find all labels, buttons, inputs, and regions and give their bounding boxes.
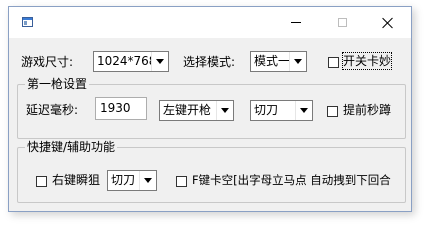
minimize-button[interactable]: [273, 7, 319, 38]
close-button[interactable]: [365, 7, 411, 38]
f-key-checkbox[interactable]: [176, 176, 187, 187]
pre-aim-label[interactable]: 提前秒蹲: [343, 102, 391, 118]
delay-field[interactable]: [96, 98, 146, 118]
app-window: 游戏尺寸: 1024*768 选择模式: 模式一 开关卡妙 第一枪设置 延迟毫秒…: [8, 6, 412, 212]
game-size-label: 游戏尺寸:: [21, 55, 74, 69]
right-scope-label[interactable]: 右键瞬狙: [52, 172, 100, 188]
chevron-down-icon: [216, 101, 233, 120]
toggle-checkbox[interactable]: [328, 57, 339, 68]
trigger-select[interactable]: 左键开枪: [159, 100, 234, 121]
delay-label: 延迟毫秒:: [26, 103, 79, 117]
delay-input[interactable]: [95, 97, 147, 120]
minimize-icon: [291, 22, 301, 23]
right-scope-weapon-value: 切刀: [111, 173, 136, 187]
close-icon: [382, 17, 394, 29]
weapon-value: 切刀: [254, 103, 279, 117]
right-scope-weapon-select[interactable]: 切刀: [107, 170, 157, 191]
game-size-value: 1024*768: [97, 54, 157, 68]
app-window-icon: [22, 17, 33, 27]
mode-select[interactable]: 模式一: [250, 51, 307, 72]
chevron-down-icon: [289, 52, 306, 71]
weapon-select[interactable]: 切刀: [250, 100, 313, 121]
mode-label: 选择模式:: [183, 55, 236, 69]
trigger-value: 左键开枪: [163, 103, 212, 117]
first-shot-group-title: 第一枪设置: [25, 76, 90, 92]
toggle-label[interactable]: 开关卡妙: [341, 52, 393, 70]
chevron-down-icon: [295, 101, 312, 120]
chevron-down-icon: [151, 52, 168, 71]
game-size-select[interactable]: 1024*768: [93, 51, 169, 72]
mode-value: 模式一: [254, 54, 291, 68]
hotkeys-group-title: 快捷键/辅助功能: [25, 139, 118, 155]
f-key-label[interactable]: F键卡空[出字母立马点 自动拽到下回合: [192, 172, 391, 188]
maximize-icon: [337, 18, 347, 27]
maximize-button[interactable]: [319, 7, 365, 38]
right-scope-checkbox[interactable]: [36, 176, 47, 187]
title-bar[interactable]: [9, 7, 411, 38]
chevron-down-icon: [139, 171, 156, 190]
pre-aim-checkbox[interactable]: [327, 106, 338, 117]
